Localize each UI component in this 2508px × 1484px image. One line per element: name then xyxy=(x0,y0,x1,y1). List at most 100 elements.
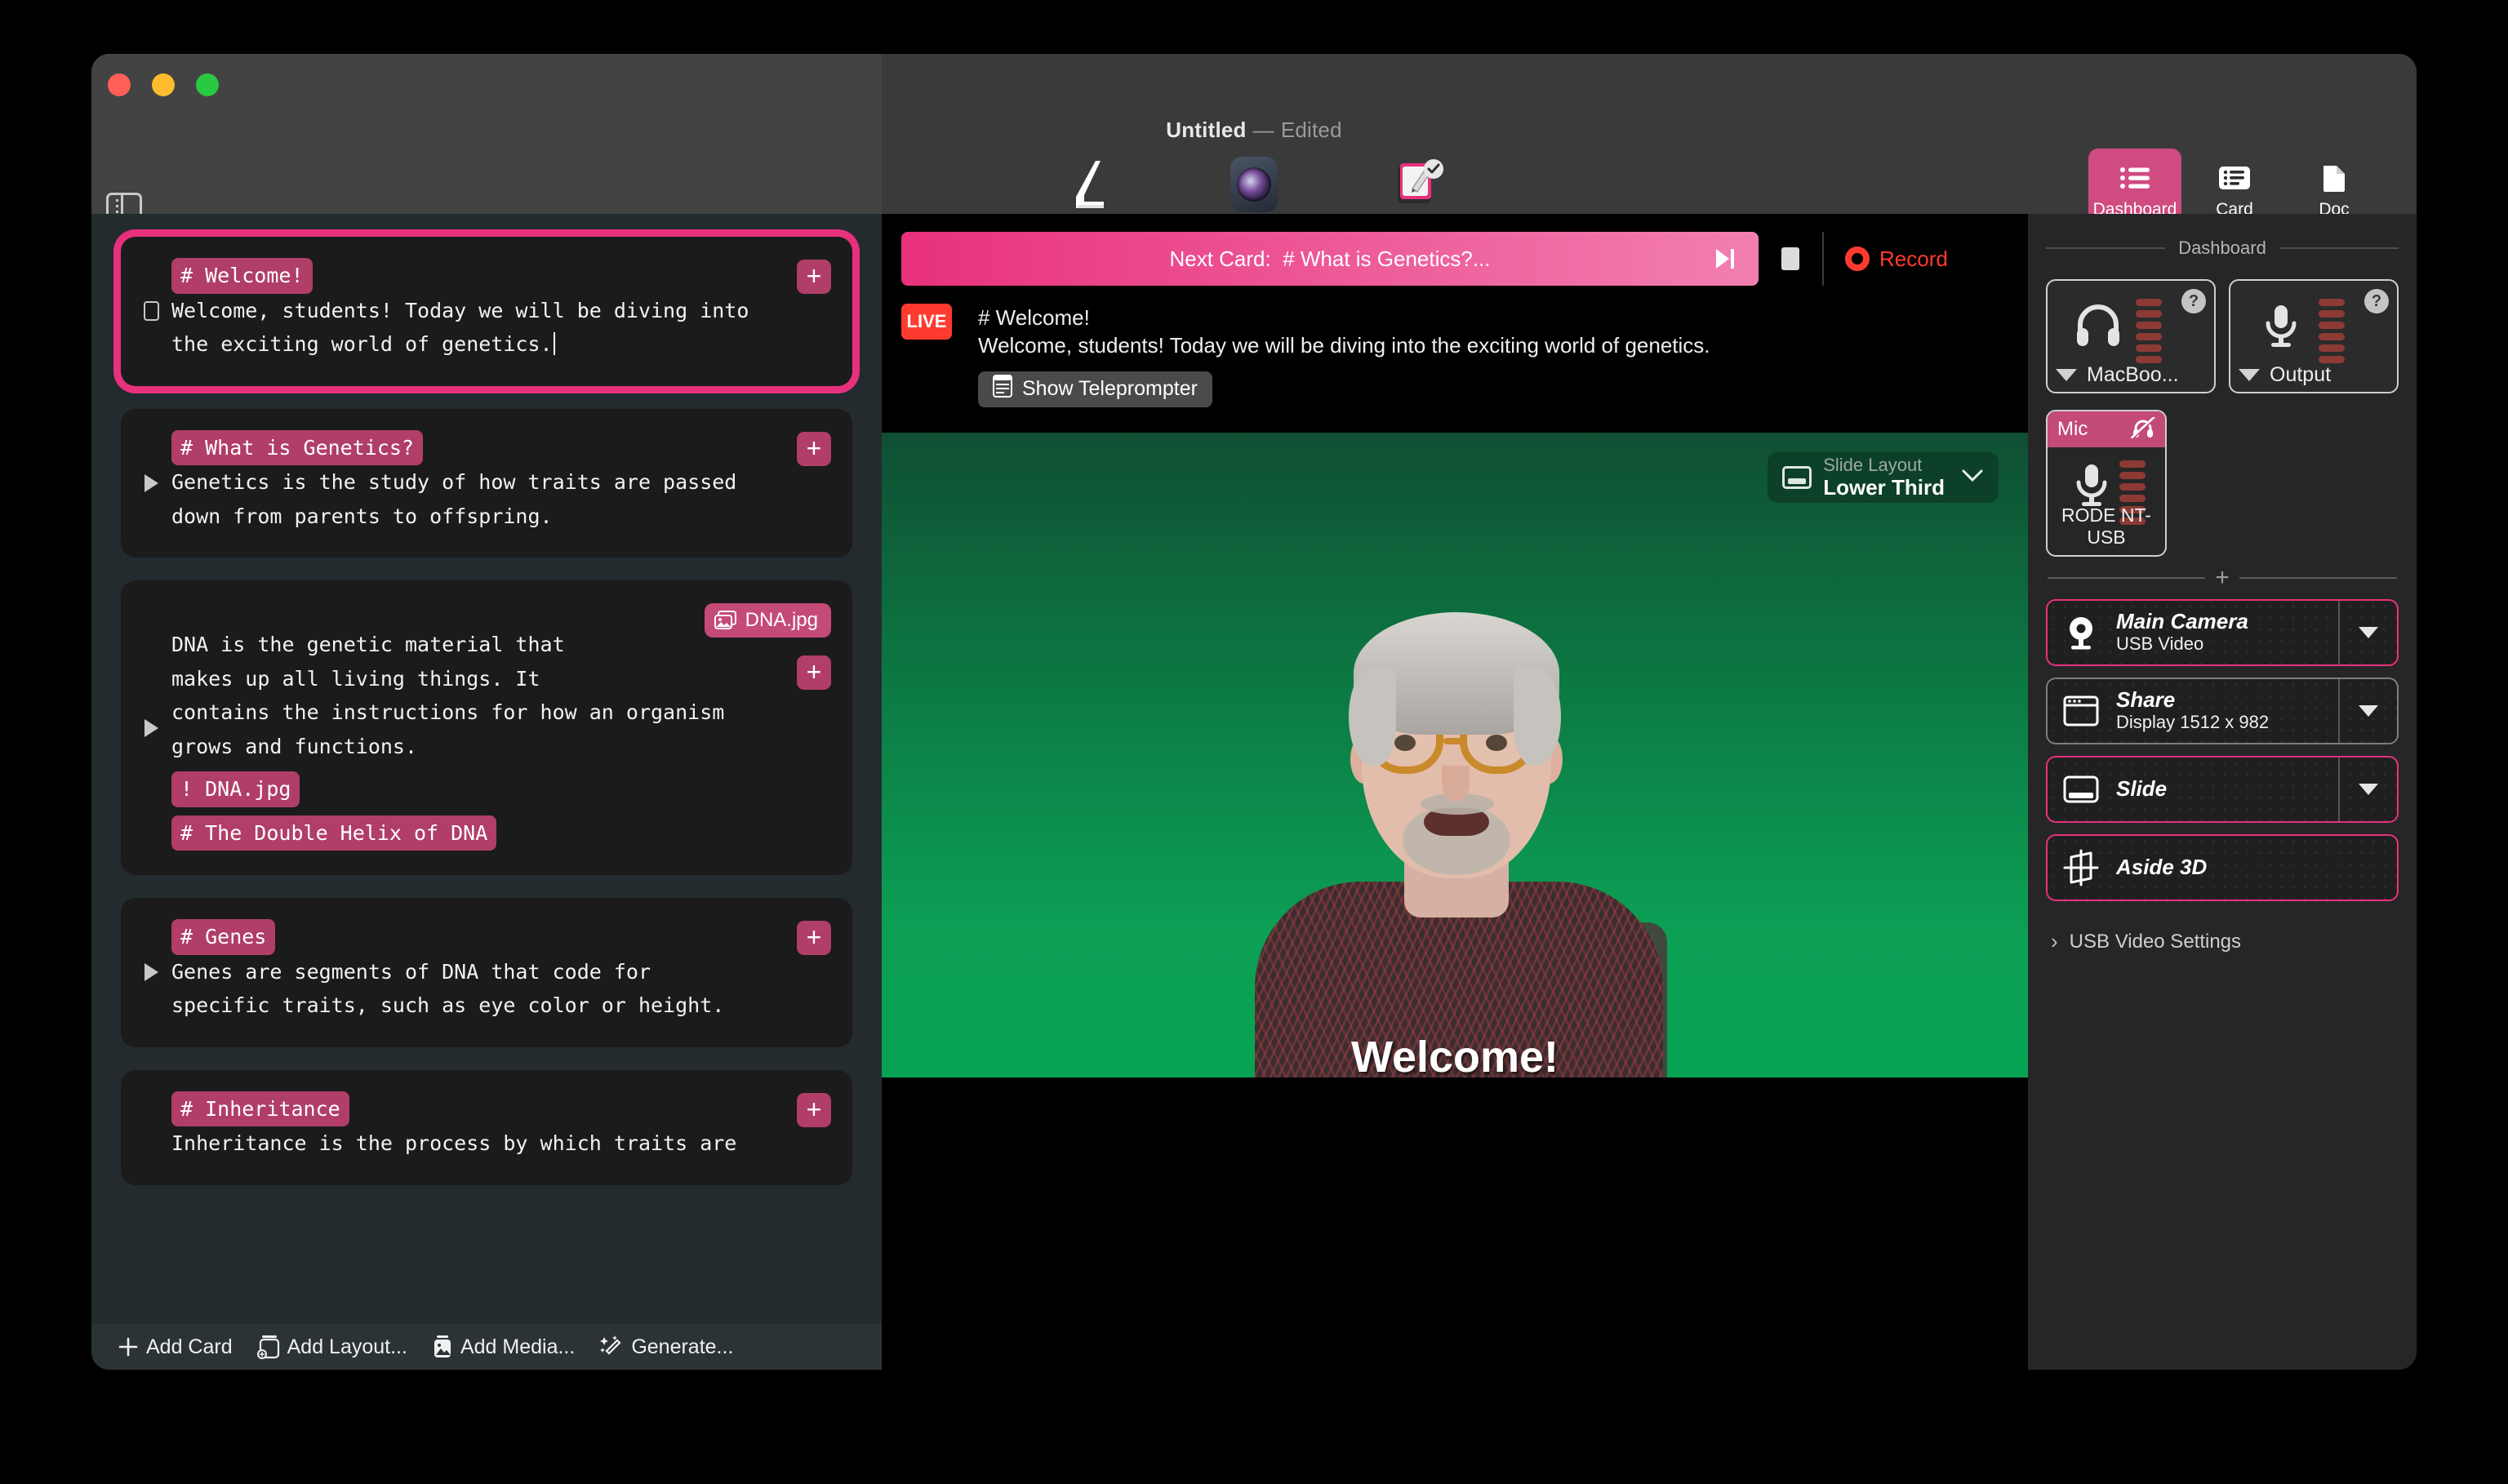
record-button[interactable]: Record xyxy=(1824,247,1948,272)
card-add-button[interactable]: + xyxy=(797,260,831,294)
stage-panel: Next Card: # What is Genetics?... Record… xyxy=(882,214,2028,1370)
usb-video-settings-row[interactable]: › USB Video Settings xyxy=(2046,929,2399,954)
divider-right xyxy=(2279,247,2399,249)
source-menu-button[interactable] xyxy=(2338,601,2397,664)
mic-input-card[interactable]: Mic xyxy=(2046,410,2167,557)
window-icon xyxy=(2062,695,2100,726)
card-media-button[interactable]: DNA.jpg xyxy=(705,603,831,638)
card-heading-chip: # Genes xyxy=(171,919,275,955)
chevron-down-icon xyxy=(1961,469,1984,487)
device-selector[interactable]: Output xyxy=(2239,363,2331,387)
mic-card-header: Mic xyxy=(2048,411,2165,447)
cards-list[interactable]: + # Welcome! Welcome, students! Today we… xyxy=(91,214,882,1324)
teleprompter-window-icon xyxy=(993,375,1012,403)
add-card-button[interactable]: Add Card xyxy=(109,1335,241,1359)
play-triangle-icon[interactable] xyxy=(139,471,163,495)
card-body-text: Genes are segments of DNA that code for … xyxy=(171,955,820,1023)
source-menu-button[interactable] xyxy=(2338,679,2397,743)
add-layout-button[interactable]: Add Layout... xyxy=(249,1335,416,1359)
dashboard-panel: Dashboard ? xyxy=(2028,214,2417,1370)
dashboard-section-header: Dashboard xyxy=(2046,237,2399,260)
cube-3d-icon xyxy=(2062,849,2100,886)
transport-row: Next Card: # What is Genetics?... Record xyxy=(882,232,2028,286)
traffic-lights[interactable] xyxy=(108,73,219,96)
headphones-output-card[interactable]: ? MacBoo.. xyxy=(2046,279,2216,393)
window-titlebar: Untitled—Edited Teleprompter xyxy=(91,54,2417,214)
card-add-button[interactable]: + xyxy=(797,921,831,955)
live-badge: LIVE xyxy=(901,304,952,340)
toolbar-label: Add Card xyxy=(146,1335,233,1359)
card-item[interactable]: + # What is Genetics? Genetics is the st… xyxy=(121,409,852,558)
toolbar-label: Add Media... xyxy=(460,1335,575,1359)
source-title: Aside 3D xyxy=(2116,855,2207,879)
window-title: Untitled—Edited xyxy=(91,118,2417,143)
next-card-button[interactable]: Next Card: # What is Genetics?... xyxy=(901,232,1759,286)
card-body-text: Welcome, students! Today we will be divi… xyxy=(171,294,820,362)
show-teleprompter-button[interactable]: Show Teleprompter xyxy=(978,371,1212,407)
help-badge[interactable]: ? xyxy=(2181,289,2206,313)
plus-icon xyxy=(118,1336,139,1357)
text-caret xyxy=(554,332,555,355)
source-item-aside-3d[interactable]: Aside 3D xyxy=(2046,834,2399,901)
headphones-icon xyxy=(2075,302,2121,352)
zoom-window-button[interactable] xyxy=(196,73,219,96)
audio-level-meter xyxy=(2319,299,2345,363)
dashboard-title: Dashboard xyxy=(2178,238,2266,259)
device-selector[interactable]: MacBoo... xyxy=(2056,363,2179,387)
card-add-button[interactable]: + xyxy=(797,432,831,466)
layout-icon xyxy=(257,1335,280,1359)
minimize-window-button[interactable] xyxy=(152,73,175,96)
stop-button[interactable] xyxy=(1759,232,1824,286)
divider-left xyxy=(2046,247,2165,249)
add-media-button[interactable]: Add Media... xyxy=(424,1335,583,1359)
audio-io-row: ? MacBoo.. xyxy=(2046,279,2399,393)
card-icon xyxy=(2219,162,2250,193)
live-text-block: # Welcome! Welcome, students! Today we w… xyxy=(978,304,1710,407)
card-item[interactable]: + # Inheritance Inheritance is the proce… xyxy=(121,1070,852,1185)
card-add-button[interactable]: + xyxy=(797,655,831,690)
toolbar-label: Add Layout... xyxy=(287,1335,407,1359)
source-item-slide[interactable]: Slide xyxy=(2046,756,2399,823)
card-heading-chip: # Welcome! xyxy=(171,258,313,294)
slide-icon xyxy=(2062,775,2100,803)
media-thumb-icon xyxy=(714,611,737,630)
divider-right xyxy=(2239,577,2397,579)
video-preview[interactable]: Slide Layout Lower Third Welcome! xyxy=(882,433,2028,1301)
card-body-text: Inheritance is the process by which trai… xyxy=(171,1126,820,1161)
plus-icon[interactable]: + xyxy=(2215,568,2230,588)
next-card-label: Next Card: # What is Genetics?... xyxy=(1169,247,1490,272)
stop-square-icon[interactable] xyxy=(139,299,163,323)
next-card-title: # What is Genetics?... xyxy=(1283,247,1490,271)
card-item[interactable]: DNA.jpg + DNA is the genetic material th… xyxy=(121,580,852,875)
record-dot-icon xyxy=(1845,247,1870,271)
audio-output-card[interactable]: ? xyxy=(2229,279,2399,393)
play-triangle-icon[interactable] xyxy=(139,716,163,740)
source-subtitle: Display 1512 x 982 xyxy=(2116,712,2269,732)
mic-muted-icon[interactable] xyxy=(2131,417,2155,442)
source-item-main-camera[interactable]: Main Camera USB Video xyxy=(2046,599,2399,666)
slide-layout-dropdown[interactable]: Slide Layout Lower Third xyxy=(1768,452,1999,503)
card-add-button[interactable]: + xyxy=(797,1093,831,1127)
generate-button[interactable]: Generate... xyxy=(591,1335,741,1359)
skip-forward-icon[interactable] xyxy=(1714,247,1736,270)
card-heading-chip: # Inheritance xyxy=(171,1091,349,1127)
help-badge[interactable]: ? xyxy=(2364,289,2389,313)
card-item[interactable]: + # Genes Genes are segments of DNA that… xyxy=(121,898,852,1047)
device-name: MacBoo... xyxy=(2087,363,2179,387)
play-triangle-icon[interactable] xyxy=(139,960,163,984)
overlay-caption: Welcome! xyxy=(882,1032,2028,1082)
live-heading: # Welcome! xyxy=(978,304,1710,331)
add-source-row[interactable]: + xyxy=(2046,568,2399,588)
document-title: Untitled xyxy=(1166,118,1246,142)
source-title: Main Camera xyxy=(2116,609,2248,633)
card-item[interactable]: + # Welcome! Welcome, students! Today we… xyxy=(121,237,852,386)
card-chip-media: ! DNA.jpg xyxy=(171,771,300,807)
source-item-share[interactable]: Share Display 1512 x 982 xyxy=(2046,678,2399,744)
source-menu-button[interactable] xyxy=(2338,758,2397,821)
sparkle-wand-icon xyxy=(599,1335,624,1359)
close-window-button[interactable] xyxy=(108,73,131,96)
toolbar-label: Generate... xyxy=(631,1335,733,1359)
record-label: Record xyxy=(1879,247,1948,272)
stop-square-icon xyxy=(1781,247,1799,270)
mic-card-body: RODE NT-USB xyxy=(2048,447,2165,555)
